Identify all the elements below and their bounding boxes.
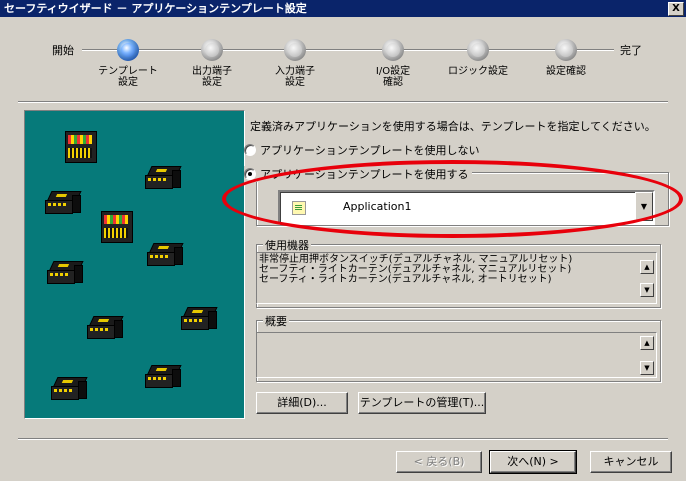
list-item: セーフティ・ライトカーテン(デュアルチャネル, オートリセット) (259, 274, 552, 285)
scroll-up-icon[interactable]: ▲ (640, 260, 654, 274)
step-output-terminal: 出力端子 設定 (182, 39, 242, 88)
step-active-indicator-icon (117, 39, 139, 61)
step-label: I/O設定 確認 (375, 66, 411, 88)
radio-no-template-label: アプリケーションテンプレートを使用しない (260, 144, 480, 157)
overview-text-area[interactable]: ▲ ▼ (256, 332, 657, 378)
safety-device-icon (51, 377, 88, 400)
controller-unit-icon (65, 131, 97, 163)
header-divider (18, 101, 668, 103)
controller-unit-icon (101, 211, 133, 243)
template-select[interactable]: Application1 ▼ (278, 190, 655, 225)
radio-button-selected-icon[interactable] (244, 168, 256, 180)
devices-list[interactable]: 非常停止用押ボタンスイッチ(デュアルチャネル, マニュアルリセット) セーフティ… (256, 252, 657, 304)
radio-use-template-label: アプリケーションテンプレートを使用する (260, 168, 469, 181)
template-select-value: Application1 (343, 200, 412, 213)
step-template: テンプレート 設定 (98, 39, 158, 88)
instruction-text: 定義済みアプリケーションを使用する場合は、テンプレートを指定してください。 (250, 120, 656, 133)
step-end-label: 完了 (616, 42, 646, 58)
close-button[interactable]: X (668, 2, 684, 16)
safety-device-icon (145, 166, 182, 189)
overview-group-title: 概要 (263, 313, 289, 329)
step-confirm: 設定確認 (536, 39, 596, 77)
template-manage-button[interactable]: テンプレートの管理(T)... (358, 392, 486, 414)
step-indicator-icon (201, 39, 223, 61)
back-button[interactable]: < 戻る(B) (396, 451, 482, 473)
safety-device-icon (45, 191, 82, 214)
step-progress-line (82, 49, 614, 51)
title-bar: セーフティウイザード － アプリケーションテンプレート設定 X (0, 0, 686, 17)
step-label: 入力端子 設定 (275, 66, 315, 88)
scroll-down-icon[interactable]: ▼ (640, 283, 654, 297)
safety-device-icon (47, 261, 84, 284)
safety-device-icon (87, 316, 124, 339)
window-title: セーフティウイザード － アプリケーションテンプレート設定 (4, 2, 307, 15)
application-template-icon (292, 201, 306, 215)
scroll-up-icon[interactable]: ▲ (640, 336, 654, 350)
devices-illustration (24, 110, 245, 419)
step-input-terminal: 入力端子 設定 (265, 39, 325, 88)
radio-no-template[interactable]: アプリケーションテンプレートを使用しない (244, 142, 479, 158)
step-indicator-icon (467, 39, 489, 61)
step-logic: ロジック設定 (448, 39, 508, 77)
scroll-down-icon[interactable]: ▼ (640, 361, 654, 375)
footer-divider (18, 438, 668, 440)
step-label: 設定確認 (546, 66, 586, 77)
radio-use-template[interactable]: アプリケーションテンプレートを使用する (244, 166, 473, 182)
radio-button-icon[interactable] (244, 144, 256, 156)
devices-group-title: 使用機器 (263, 237, 311, 253)
step-label: テンプレート 設定 (98, 66, 158, 88)
step-io-confirm: I/O設定 確認 (363, 39, 423, 88)
dropdown-arrow-icon[interactable]: ▼ (635, 192, 653, 221)
step-indicator-icon (284, 39, 306, 61)
next-button[interactable]: 次へ(N) > (489, 450, 577, 474)
safety-device-icon (181, 307, 218, 330)
step-label: 出力端子 設定 (192, 66, 232, 88)
step-start-label: 開始 (48, 42, 78, 58)
step-label: ロジック設定 (448, 66, 508, 77)
cancel-button[interactable]: キャンセル (590, 451, 672, 473)
step-indicator-icon (555, 39, 577, 61)
safety-device-icon (145, 365, 182, 388)
details-button[interactable]: 詳細(D)... (256, 392, 348, 414)
safety-device-icon (147, 243, 184, 266)
wizard-step-bar: 開始 完了 テンプレート 設定 出力端子 設定 入力端子 設定 I/O設定 確認… (0, 17, 686, 103)
step-indicator-icon (382, 39, 404, 61)
